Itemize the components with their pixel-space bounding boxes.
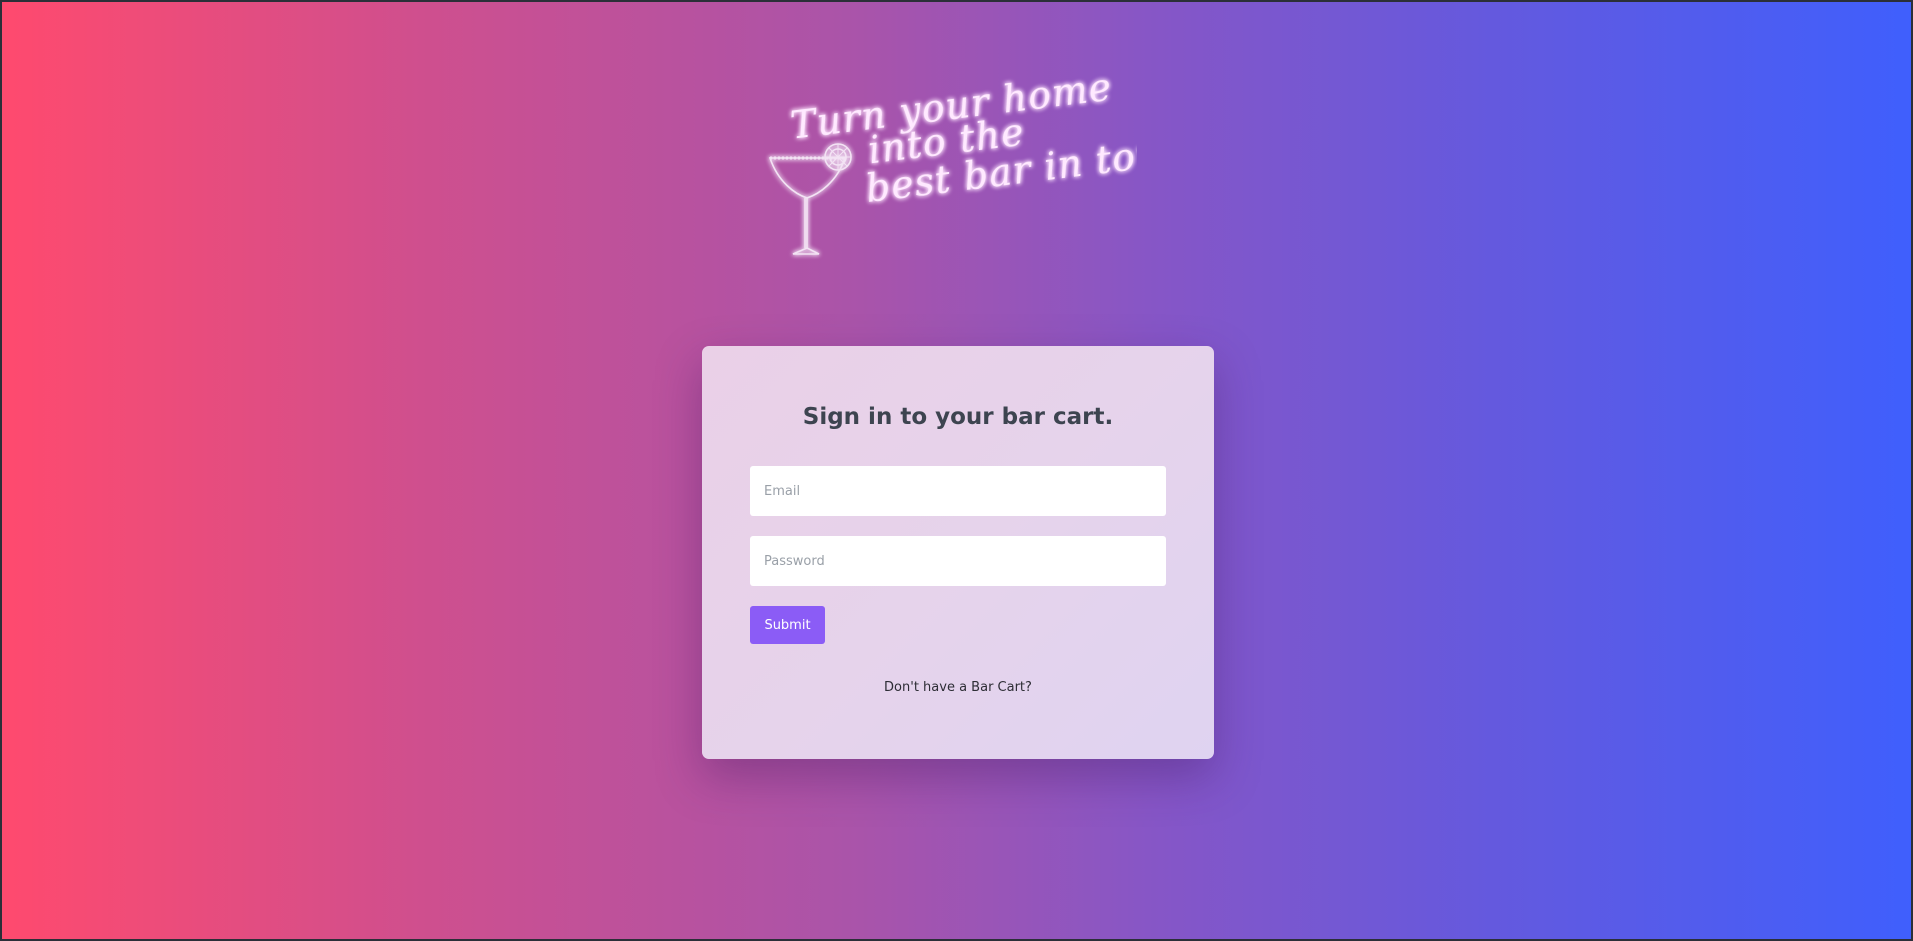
hero-banner: Turn your home into the best bar in town… bbox=[757, 62, 1137, 262]
signup-link[interactable]: Don't have a Bar Cart? bbox=[702, 680, 1214, 695]
margarita-glass-icon bbox=[768, 143, 852, 255]
password-field[interactable] bbox=[750, 536, 1166, 586]
email-field[interactable] bbox=[750, 466, 1166, 516]
signin-title: Sign in to your bar cart. bbox=[802, 404, 1114, 430]
hero-graphic: Turn your home into the best bar in town… bbox=[768, 65, 1137, 255]
signin-card: Sign in to your bar cart. Submit Don't h… bbox=[702, 346, 1214, 759]
submit-button[interactable]: Submit bbox=[750, 606, 825, 644]
